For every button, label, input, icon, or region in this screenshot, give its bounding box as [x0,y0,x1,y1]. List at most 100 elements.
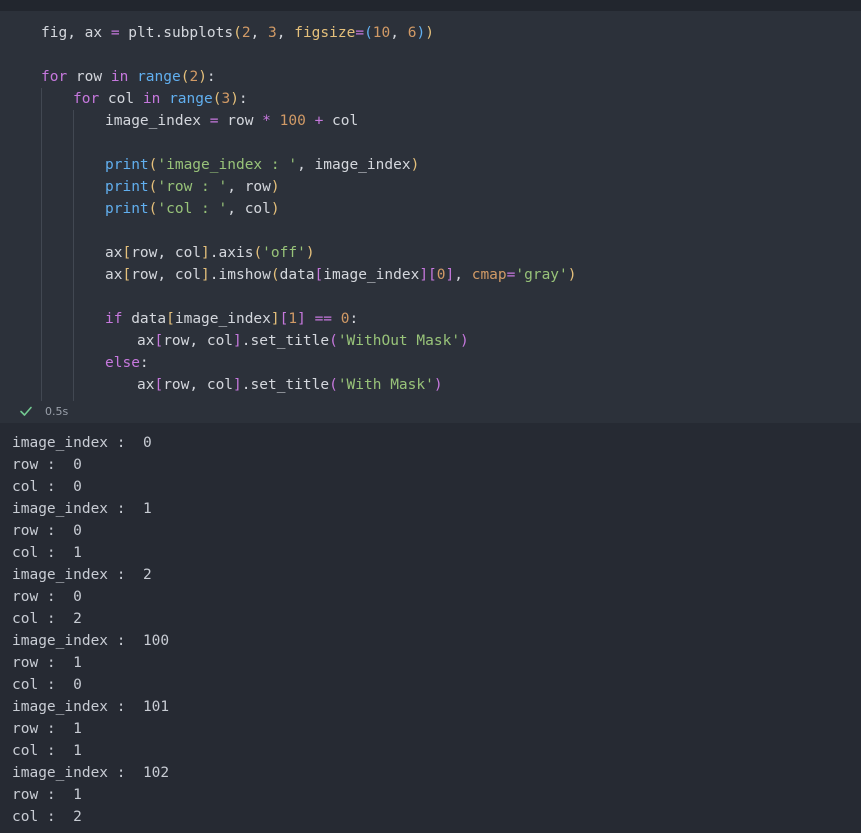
token: 1 [288,311,298,327]
token: 3 [221,91,231,107]
token: [ [122,267,132,283]
token: ] [270,311,280,327]
token: , row [227,179,271,195]
token: : [206,69,216,85]
token: .imshow [209,267,271,283]
output-line: row : 1 [12,655,82,671]
token: print [105,157,149,173]
token: .set_title [241,333,330,349]
token: [ [122,245,132,261]
token: ) [410,157,420,173]
token: 'image_index : ' [157,157,298,173]
token: == [314,311,333,327]
token: 0 [340,311,350,327]
token: range [137,69,181,85]
token: row, col [131,267,202,283]
token: ) [460,333,469,349]
output-line: image_index : 2 [12,567,152,583]
code-line-4: image_index = row * 100 + col [105,110,358,132]
token: row, col [131,245,202,261]
token: ( [329,333,338,349]
token: : [238,91,248,107]
code-cell-editor[interactable]: fig, ax = plt.subplots(2, 3, figsize=(10… [0,11,861,401]
token: [ [166,311,175,327]
token: : [139,355,149,371]
code-line-10: if data[image_index][1] == 0: [105,308,358,330]
code-line-12: else: [105,352,149,374]
execution-time: 0.5s [45,405,69,418]
token: cmap [471,267,507,283]
token: 'off' [262,245,306,261]
token: row, col [163,333,234,349]
token: .axis [209,245,254,261]
output-line: col : 1 [12,545,82,561]
token: , [390,25,408,41]
token: range [169,91,213,107]
cell-top-bar [0,0,861,11]
token: ) [198,69,207,85]
token: 3 [268,25,277,41]
token: .set_title [241,377,330,393]
token: image_index [105,113,210,129]
token: 'col : ' [157,201,228,217]
token: for [41,69,68,85]
token: 10 [372,25,391,41]
output-line: row : 1 [12,787,82,803]
token: ) [433,377,443,393]
token: in [110,69,129,85]
output-line: col : 0 [12,677,82,693]
token: = [209,113,219,129]
token: figsize [294,25,356,41]
output-line: row : 0 [12,589,82,605]
token: ) [416,25,426,41]
indent-guide-1 [41,88,42,401]
code-line-6: print('row : ', row) [105,176,280,198]
token: ax [137,377,155,393]
token: 'gray' [515,267,568,283]
token: ) [270,179,280,195]
output-line: col : 2 [12,611,82,627]
token: ax [105,267,123,283]
token: + [314,113,324,129]
token: image_index [174,311,271,327]
token: [ [154,377,164,393]
code-line-1: fig, ax = plt.subplots(2, 3, figsize=(10… [41,22,434,44]
token: ) [230,91,239,107]
output-line: col : 0 [12,479,82,495]
output-line: col : 1 [12,743,82,759]
token: [ [428,267,437,283]
output-line: image_index : 100 [12,633,170,649]
token: ax [105,245,123,261]
token: col [99,91,143,107]
token: * [262,113,271,129]
output-line: col : 2 [12,809,82,825]
token: [ [154,333,164,349]
output-line: image_index : 101 [12,699,170,715]
token: ] [297,311,306,327]
token: ] [445,267,455,283]
token: ) [567,267,577,283]
code-line-11: ax[row, col].set_title('WithOut Mask') [137,330,469,352]
token: ) [305,245,315,261]
token: ] [233,377,242,393]
token: , [454,267,472,283]
token: ax [137,333,155,349]
token: ) [425,25,434,41]
output-line: image_index : 1 [12,501,152,517]
token: data [122,311,167,327]
token: = [355,25,365,41]
token: 2 [189,69,199,85]
code-line-3: for col in range(3): [73,88,248,110]
token: for [73,91,100,107]
output-line: row : 0 [12,457,82,473]
token: ( [270,267,280,283]
output-line: image_index : 0 [12,435,152,451]
code-line-8: ax[row, col].axis('off') [105,242,315,264]
token: 0 [436,267,446,283]
code-line-2: for row in range(2): [41,66,216,88]
